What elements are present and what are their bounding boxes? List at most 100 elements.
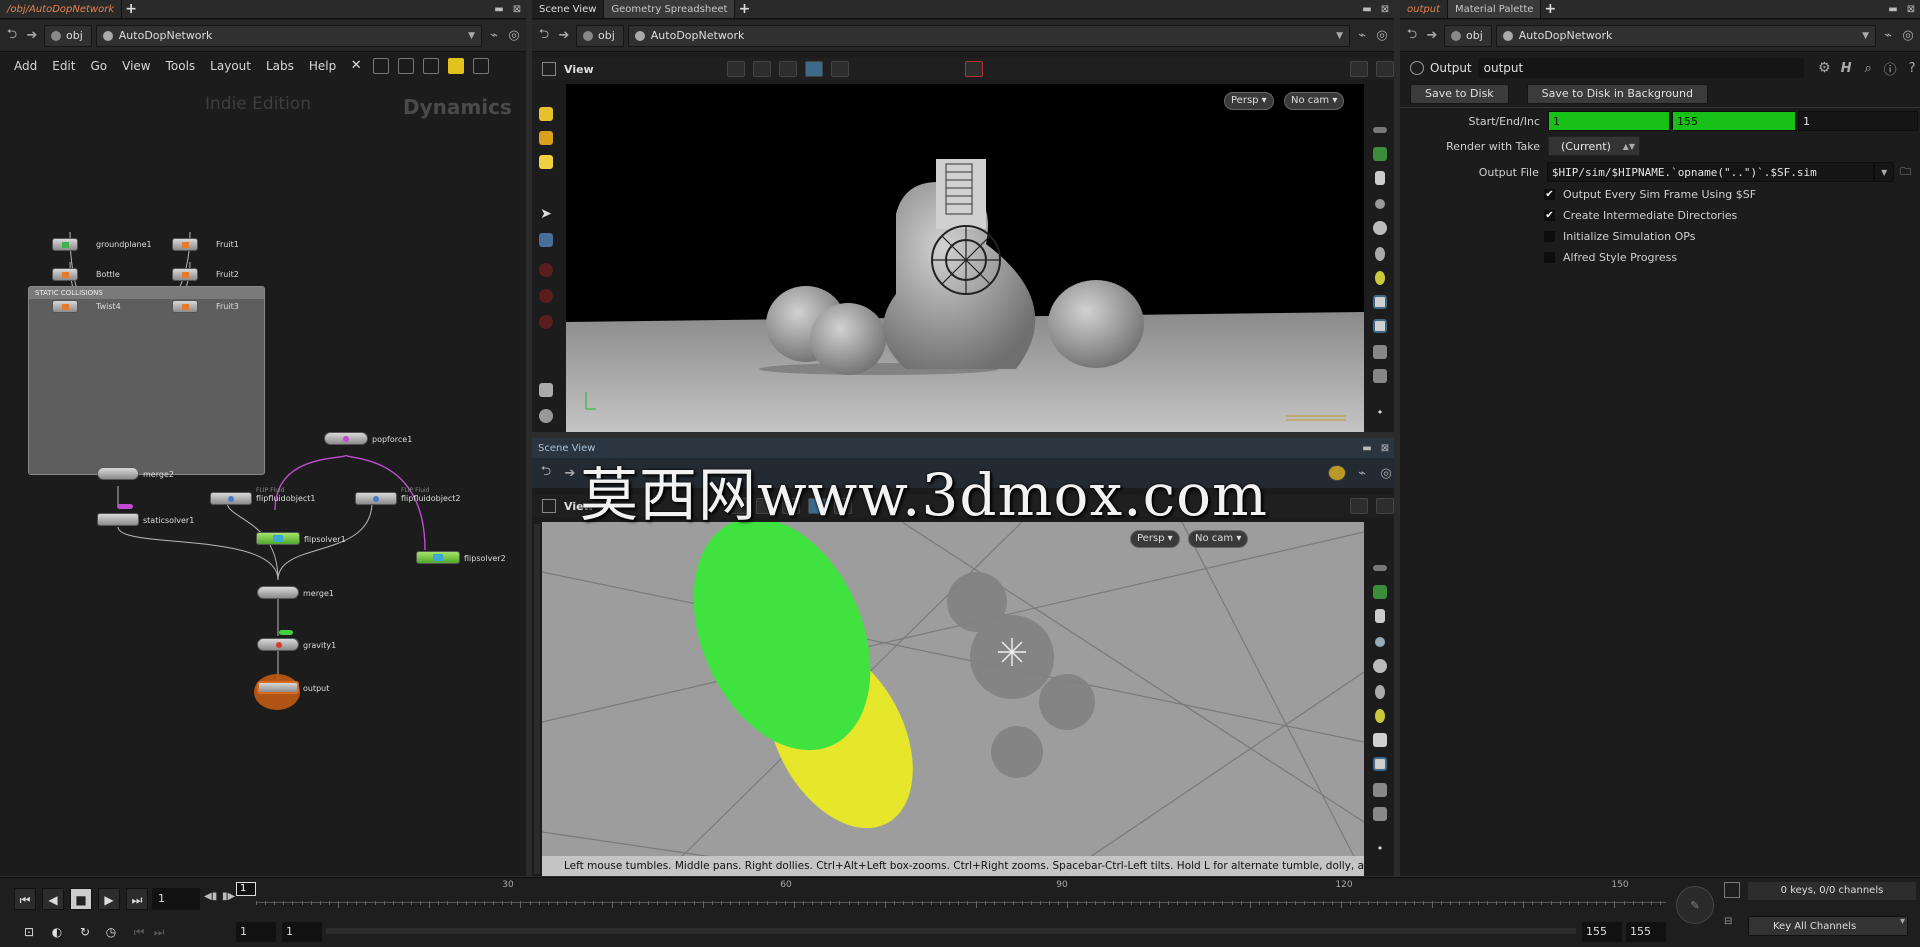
lock-icon[interactable] — [534, 228, 558, 252]
handle-tool-3[interactable] — [534, 310, 558, 334]
key-icon[interactable]: ⊟ — [1724, 916, 1732, 927]
tab-scene-view[interactable]: Scene View — [532, 0, 605, 18]
help-icon[interactable]: ? — [1904, 61, 1920, 76]
node-gravity1[interactable] — [257, 638, 299, 651]
forward-icon[interactable]: ➔ — [1424, 28, 1440, 43]
node-staticsolver1[interactable] — [97, 513, 139, 526]
handle-tool-1[interactable] — [534, 258, 558, 282]
lower-network-icon[interactable] — [1328, 465, 1346, 481]
shading-icon[interactable] — [1368, 654, 1392, 678]
toggle-alfred-progress[interactable]: Alfred Style Progress — [1400, 251, 1920, 264]
add-tab-icon[interactable]: + — [1541, 0, 1559, 18]
tab-material-palette[interactable]: Material Palette — [1447, 0, 1542, 18]
loop-icon[interactable]: ↻ — [74, 921, 96, 943]
link-icon[interactable]: ◎ — [506, 28, 522, 43]
camera-toggle-icon[interactable] — [1368, 290, 1392, 314]
add-tab-icon[interactable]: + — [122, 0, 140, 18]
pane-menu-icon[interactable]: ⊠ — [1376, 439, 1394, 458]
upper-persp-menu[interactable]: Persp ▾ — [1224, 92, 1274, 110]
upper-cam-menu[interactable]: No cam ▾ — [1284, 92, 1345, 110]
table-icon[interactable] — [423, 58, 440, 74]
step-forward-icon[interactable]: ▮▶ — [222, 891, 235, 902]
render-icon[interactable] — [804, 61, 823, 77]
path-crumb-network[interactable]: AutoDopNetwork ▼ — [1495, 24, 1876, 47]
checkbox-init-sim-ops[interactable] — [1544, 231, 1555, 242]
play-reverse-icon[interactable]: ◀ — [42, 888, 64, 910]
menu-edit[interactable]: Edit — [46, 59, 81, 73]
node-twist4[interactable] — [52, 300, 78, 313]
network-box-static-collisions[interactable]: STATIC COLLISIONS — [28, 286, 265, 475]
hscript-icon[interactable]: H — [1838, 61, 1854, 76]
visualizer-icon[interactable] — [1368, 778, 1392, 802]
audio-icon[interactable]: ◐ — [46, 921, 68, 943]
maximize-icon[interactable]: ▬ — [1358, 0, 1376, 18]
node-bottle[interactable] — [52, 268, 78, 281]
back-icon[interactable]: ⮌ — [538, 462, 554, 484]
menu-view[interactable]: View — [116, 59, 156, 73]
path-crumb-obj[interactable]: obj — [44, 24, 92, 47]
node-merge2[interactable] — [97, 467, 139, 480]
output-file-field[interactable]: $HIP/sim/$HIPNAME.`opname("..")`.$SF.sim — [1546, 162, 1875, 182]
display-options-icon[interactable] — [1350, 498, 1368, 514]
record-icon[interactable] — [964, 61, 983, 77]
ghost-icon[interactable] — [1368, 580, 1392, 604]
handle-tool-2[interactable] — [534, 284, 558, 308]
display-options-icon[interactable] — [1350, 61, 1369, 77]
current-frame-field[interactable]: 1 — [152, 888, 200, 910]
range-prev-icon[interactable]: ⏮ — [130, 921, 148, 943]
start-frame-field[interactable]: 1 — [1548, 111, 1670, 131]
menu-add[interactable]: Add — [8, 59, 43, 73]
pin-icon[interactable]: ⌁ — [486, 28, 502, 43]
maximize-icon[interactable]: ▬ — [490, 0, 508, 18]
path-crumb-obj[interactable]: obj — [1444, 24, 1492, 47]
select-tool[interactable] — [534, 102, 558, 126]
chevron-down-icon[interactable]: ▼ — [1336, 31, 1343, 41]
toggle-output-every-frame[interactable]: ✔ Output Every Sim Frame Using $SF — [1400, 188, 1920, 201]
close-icon[interactable] — [1368, 630, 1392, 654]
link-icon[interactable]: ◎ — [1900, 28, 1916, 43]
pin-icon[interactable]: ⌁ — [1354, 466, 1370, 481]
keys-icon[interactable] — [1724, 882, 1740, 898]
dot-icon[interactable]: • — [1368, 400, 1392, 424]
toggle-init-sim-ops[interactable]: Initialize Simulation OPs — [1400, 230, 1920, 243]
link-view-icon[interactable] — [778, 61, 797, 77]
chevron-down-icon[interactable]: ▼ — [1874, 162, 1895, 182]
node-popforce1[interactable] — [324, 432, 368, 445]
shading-icon[interactable] — [1368, 216, 1392, 240]
forward-icon[interactable]: ➔ — [556, 28, 572, 43]
maximize-icon[interactable]: ▬ — [1884, 0, 1902, 18]
headlight-icon[interactable] — [1368, 266, 1392, 290]
key-all-channels-button[interactable]: Key All Channels — [1748, 916, 1908, 936]
increment-field[interactable]: 1 — [1798, 111, 1918, 131]
path-crumb-obj[interactable]: obj — [576, 24, 624, 47]
timeline-track[interactable] — [256, 902, 1666, 903]
save-to-disk-button[interactable]: Save to Disk — [1410, 84, 1509, 104]
view-help-icon[interactable] — [1376, 61, 1394, 77]
view-menu-icon[interactable] — [542, 62, 556, 76]
menu-labs[interactable]: Labs — [260, 59, 300, 73]
realtime-icon[interactable]: ⊡ — [18, 921, 40, 943]
jump-end-icon[interactable]: ⏭ — [126, 888, 148, 910]
link-icon[interactable]: ◎ — [1374, 28, 1390, 43]
maximize-icon[interactable]: ▬ — [1358, 439, 1376, 458]
rotate-tool[interactable] — [534, 150, 558, 174]
file-browse-icon[interactable]: 🗀 — [1900, 163, 1920, 182]
pane-menu-icon[interactable]: ⊠ — [1902, 0, 1920, 18]
add-tab-icon[interactable]: + — [735, 0, 753, 18]
node-groundplane1[interactable] — [52, 238, 78, 251]
node-fruit2[interactable] — [172, 268, 198, 281]
range-start2-field[interactable]: 1 — [282, 922, 322, 942]
range-start-field[interactable]: 1 — [236, 922, 276, 942]
eye-icon[interactable] — [1368, 118, 1392, 142]
upper-viewport[interactable]: Persp ▾ No cam ▾ — [566, 84, 1364, 432]
step-back-icon[interactable]: ◀▮ — [204, 891, 217, 902]
grid-toggle-icon[interactable] — [1368, 314, 1392, 338]
path-crumb-network[interactable]: AutoDopNetwork ▼ — [627, 24, 1350, 47]
pin-icon[interactable]: ⌁ — [1880, 28, 1896, 43]
chevron-down-icon[interactable]: ▼ — [1862, 31, 1869, 41]
range-end2-field[interactable]: 155 — [1626, 922, 1666, 942]
node-flipfluidobject1[interactable] — [210, 492, 252, 505]
dot-icon[interactable]: • — [1368, 836, 1392, 860]
menu-help[interactable]: Help — [303, 59, 342, 73]
menu-go[interactable]: Go — [84, 59, 113, 73]
